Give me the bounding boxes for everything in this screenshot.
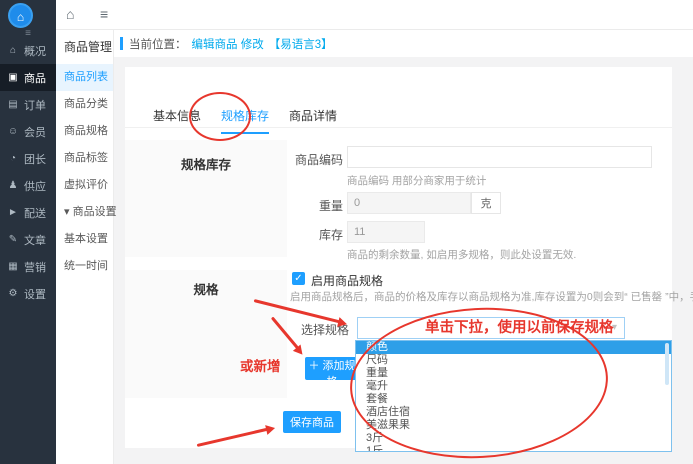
- sidebar-item-articles[interactable]: ✎ 文章: [0, 226, 56, 253]
- sidebar-item-label: 商品: [24, 70, 46, 86]
- section-label-spec-stock: 规格库存: [125, 140, 287, 257]
- tab-divider: [125, 127, 672, 128]
- submenu-item-goods-settings[interactable]: ▾ 商品设置: [56, 199, 113, 226]
- articles-icon: ✎: [7, 234, 19, 245]
- dropdown-scrollbar[interactable]: [665, 343, 669, 385]
- edit-product-card: 基本信息 规格库存 商品详情 规格库存 商品编码 商品编码 用部分商家用于统计 …: [125, 67, 672, 448]
- stock-input[interactable]: [347, 221, 425, 243]
- sidebar-item-label: 团长: [24, 151, 46, 167]
- sidebar-item-label: 营销: [24, 259, 46, 275]
- home-icon[interactable]: ⌂: [66, 6, 74, 22]
- dropdown-option-3jin[interactable]: 3斤: [356, 432, 671, 445]
- sidebar-item-group-leader[interactable]: ◔ 团长: [0, 145, 56, 172]
- sidebar-item-label: 订单: [24, 97, 46, 113]
- tab-bar: 基本信息 规格库存 商品详情: [153, 107, 337, 134]
- sidebar-item-overview[interactable]: ⌂ 概况: [0, 37, 56, 64]
- tab-product-detail[interactable]: 商品详情: [289, 107, 337, 134]
- sidebar-item-goods[interactable]: ▣ 商品: [0, 64, 56, 91]
- submenu-item-basic-settings[interactable]: 基本设置: [56, 226, 113, 253]
- submenu-item-goods-tags[interactable]: 商品标签: [56, 145, 113, 172]
- enable-spec-help: 启用商品规格后，商品的价格及库存以商品规格为准,库存设置为0则会到“ 已售罄 ”…: [290, 289, 693, 304]
- members-icon: ☺: [7, 126, 19, 137]
- marketing-icon: ▦: [7, 261, 19, 272]
- add-spec-button[interactable]: ＋ 添加规格: [305, 357, 359, 380]
- stock-help: 商品的剩余数量, 如启用多规格，则此处设置无效.: [347, 247, 576, 262]
- breadcrumb-link-edit-product[interactable]: 编辑商品 修改: [192, 36, 264, 52]
- primary-nav-list: ⌂ 概况 ▣ 商品 ▤ 订单 ☺ 会员 ◔ 团长 ♟ 供应 ► 配送 ✎ 文章 ▦ 营销 ⚙ 设置: [0, 37, 56, 307]
- spec-select[interactable]: ▾: [357, 317, 625, 339]
- sidebar-item-delivery[interactable]: ► 配送: [0, 199, 56, 226]
- enable-spec-label: 启用商品规格: [311, 272, 383, 289]
- submenu-item-virtual-review[interactable]: 虚拟评价: [56, 172, 113, 199]
- dropdown-option-color[interactable]: 颜色: [356, 341, 671, 354]
- sidebar-item-label: 供应: [24, 178, 46, 194]
- sidebar-item-label: 概况: [24, 43, 46, 59]
- hamburger-icon[interactable]: ≡: [100, 6, 108, 22]
- dropdown-option-hotel[interactable]: 酒店住宿: [356, 406, 671, 419]
- sidebar-item-label: 配送: [24, 205, 46, 221]
- breadcrumb-accent-bar: [120, 37, 123, 50]
- select-caret-icon: ▾: [612, 322, 617, 333]
- select-spec-label: 选择规格: [277, 321, 349, 338]
- submenu-title: 商品管理 «: [56, 30, 113, 64]
- sidebar-item-label: 文章: [24, 232, 46, 248]
- breadcrumb-link-product-name[interactable]: 【易语言3】: [269, 36, 333, 52]
- save-product-button[interactable]: 保存商品: [283, 411, 341, 433]
- weight-input[interactable]: [347, 192, 471, 214]
- app-logo[interactable]: ⌂: [8, 3, 33, 28]
- tab-basic-info[interactable]: 基本信息: [153, 107, 201, 134]
- section-label-spec: 规格: [125, 270, 287, 398]
- spec-dropdown: 颜色 尺码 重量 毫升 套餐 酒店住宿 美滋果果 3斤 1斤: [355, 340, 672, 452]
- submenu-item-goods-category[interactable]: 商品分类: [56, 91, 113, 118]
- breadcrumb-prefix: 当前位置：: [129, 36, 187, 52]
- tab-spec-stock[interactable]: 规格库存: [221, 107, 269, 134]
- sidebar-item-label: 设置: [24, 286, 46, 302]
- dropdown-option-combo[interactable]: 套餐: [356, 393, 671, 406]
- primary-sidebar: ⌂ ≡ ⌂概况 ▣商品 ▤订单 ☺会员 ◔团长 ♟供应 ►配送 ✎文章 ▦营销 …: [0, 0, 56, 464]
- dropdown-option-size[interactable]: 尺码: [356, 354, 671, 367]
- enable-spec-checkbox[interactable]: ✓: [292, 272, 305, 285]
- sidebar-item-members[interactable]: ☺ 会员: [0, 118, 56, 145]
- submenu-item-goods-list[interactable]: 商品列表: [56, 64, 113, 91]
- stock-label: 库存: [271, 226, 343, 243]
- goods-icon: ▣: [7, 72, 19, 83]
- sidebar-item-supply[interactable]: ♟ 供应: [0, 172, 56, 199]
- submenu-collapse-icon[interactable]: «: [104, 30, 110, 64]
- admin-app: ⌂ ≡ ⌂ 概况 ▣ 商品 ▤ 订单 ☺ 会员 ◔ 团长 ♟ 供应 ► 配送 ✎ 文章 ▦ 营销 …: [0, 0, 693, 464]
- sidebar-item-marketing[interactable]: ▦ 营销: [0, 253, 56, 280]
- product-code-input[interactable]: [347, 146, 652, 168]
- supply-icon: ♟: [7, 180, 19, 191]
- weight-label: 重量: [271, 197, 343, 214]
- product-code-label: 商品编码: [271, 151, 343, 168]
- logo-home-icon: ⌂: [17, 10, 24, 24]
- overview-icon: ⌂: [7, 45, 19, 56]
- dropdown-option-ml[interactable]: 毫升: [356, 380, 671, 393]
- top-header: ⌂ ≡: [56, 0, 693, 30]
- product-code-help: 商品编码 用部分商家用于统计: [347, 173, 486, 188]
- orders-icon: ▤: [7, 99, 19, 110]
- weight-unit: 克: [471, 192, 501, 214]
- sidebar-item-settings[interactable]: ⚙ 设置: [0, 280, 56, 307]
- submenu-item-unified-time[interactable]: 统一时间: [56, 253, 113, 280]
- dropdown-option-weight[interactable]: 重量: [356, 367, 671, 380]
- dropdown-option-fruit[interactable]: 美滋果果: [356, 419, 671, 432]
- goods-submenu: 商品管理 « 商品列表 商品分类 商品规格 商品标签 虚拟评价 ▾ 商品设置 基…: [56, 30, 114, 464]
- submenu-item-goods-spec[interactable]: 商品规格: [56, 118, 113, 145]
- sidebar-item-orders[interactable]: ▤ 订单: [0, 91, 56, 118]
- sidebar-item-label: 会员: [24, 124, 46, 140]
- group-leader-icon: ◔: [7, 153, 19, 164]
- dropdown-option-1jin[interactable]: 1斤: [356, 445, 671, 452]
- breadcrumb: 当前位置： 编辑商品 修改 【易语言3】: [114, 30, 693, 57]
- settings-icon: ⚙: [7, 288, 19, 299]
- delivery-icon: ►: [7, 207, 19, 218]
